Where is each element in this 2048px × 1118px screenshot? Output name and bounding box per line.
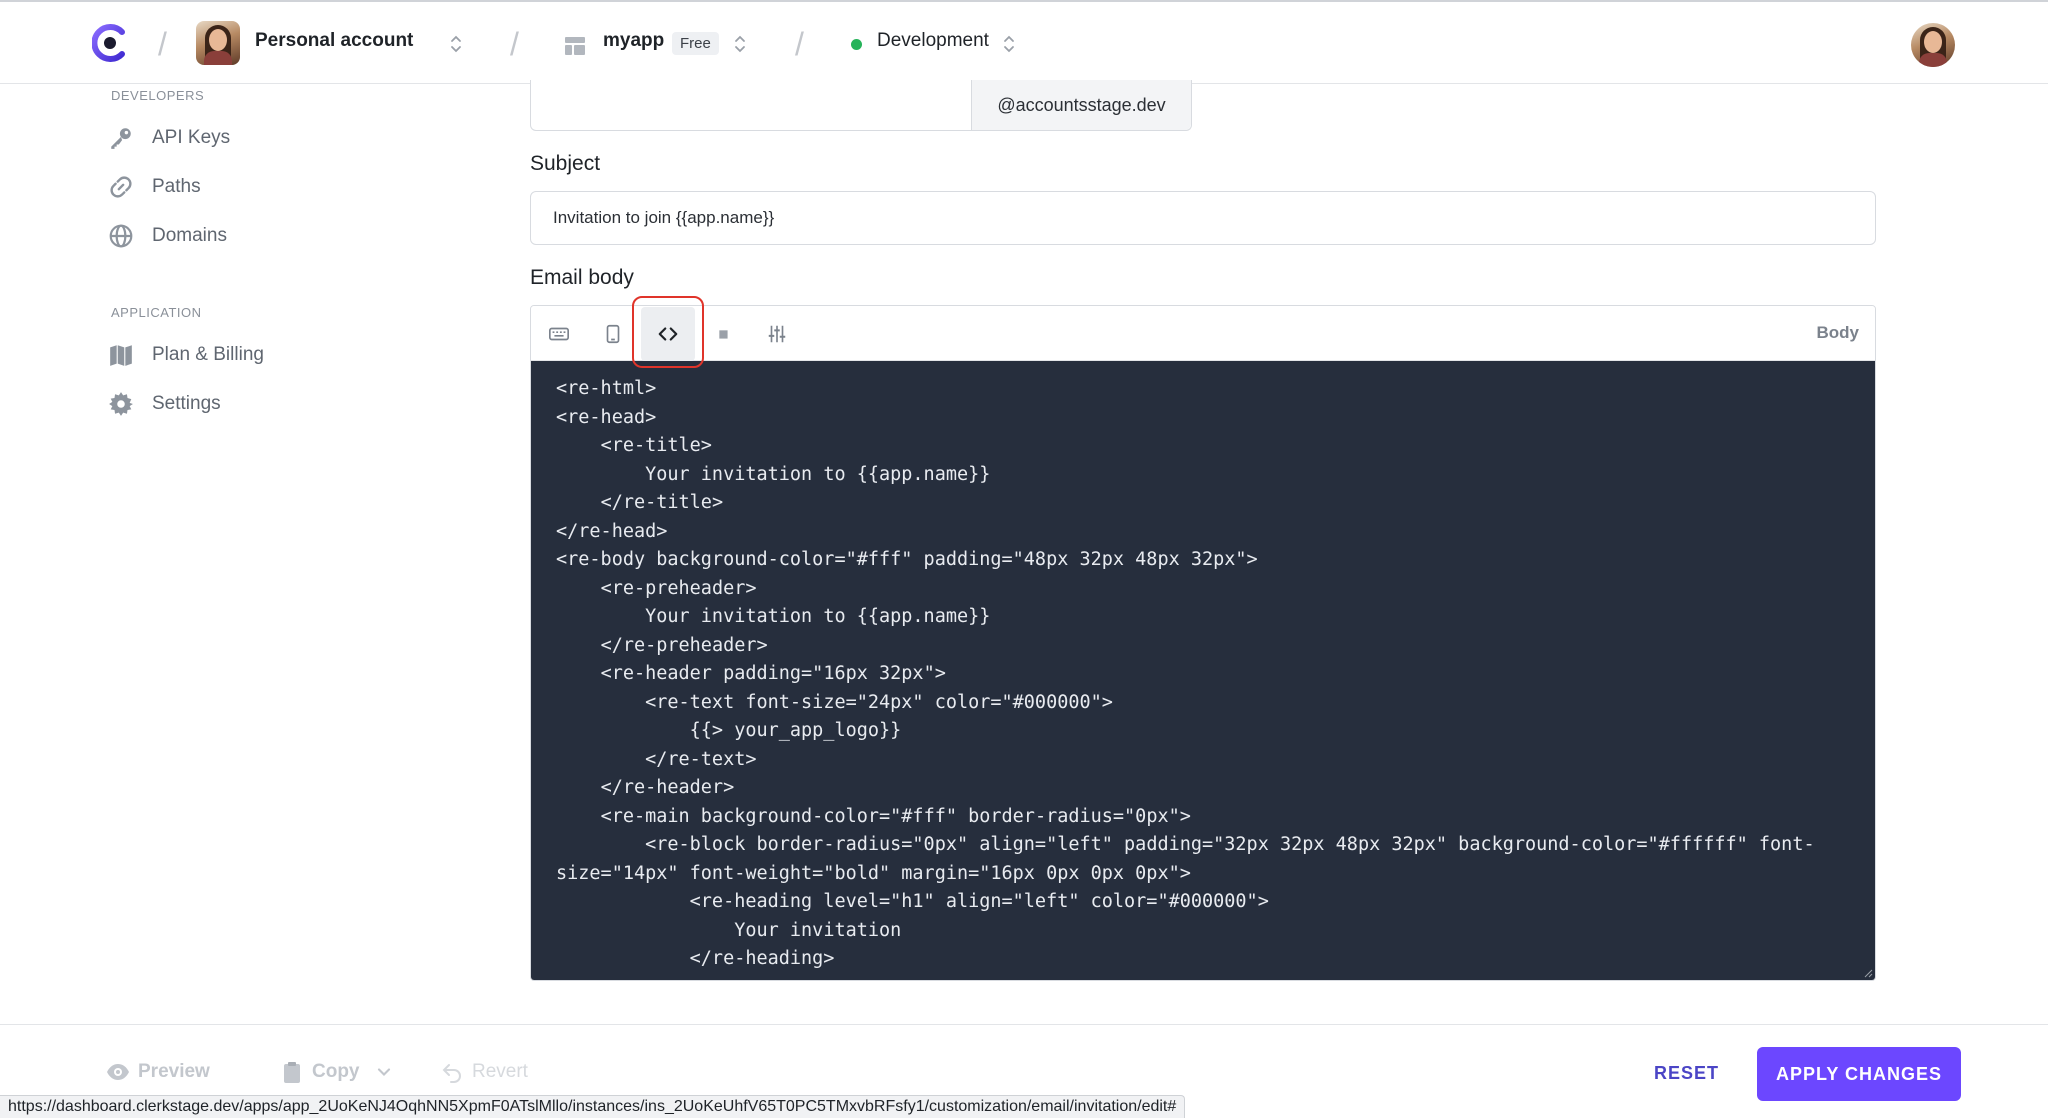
resize-handle-icon[interactable] [1863,968,1873,978]
link-icon [110,176,132,198]
square-icon [719,330,728,339]
separator: / [795,26,804,62]
highlight-annotation [632,296,704,368]
chevron-updown-icon[interactable] [733,32,747,56]
apply-changes-button[interactable]: APPLY CHANGES [1757,1047,1961,1101]
settings-sliders-button[interactable] [757,314,797,354]
top-bar: / Personal account / myapp Free / Develo… [0,0,2048,84]
chevron-updown-icon[interactable] [1002,32,1016,56]
app-layout-icon [565,37,585,55]
editor-element-tag: Body [1816,323,1860,342]
sliders-icon [768,325,786,343]
map-icon [110,345,132,366]
revert-button[interactable]: Revert [440,1060,528,1084]
mobile-icon [606,324,620,344]
plan-badge: Free [672,32,719,55]
desktop-view-button[interactable] [539,314,579,354]
separator: / [158,26,167,62]
revert-button-label: Revert [472,1061,528,1082]
mobile-view-button[interactable] [593,314,633,354]
environment-switcher-label[interactable]: Development [877,30,989,52]
stop-button[interactable] [703,314,743,354]
preview-button[interactable]: Preview [106,1060,210,1084]
separator: / [510,26,519,62]
reset-button[interactable]: RESET [1654,1063,1719,1084]
preview-button-label: Preview [138,1061,210,1082]
copy-button[interactable]: Copy [280,1060,394,1084]
sidebar-item-label: Plan & Billing [152,344,264,365]
sidebar-item-paths[interactable]: Paths [108,169,201,205]
account-avatar[interactable] [196,21,240,65]
sidebar-heading-application: APPLICATION [111,305,202,320]
editor-toolbar: Body [531,306,1875,361]
sidebar-item-label: Domains [152,225,227,246]
keyboard-icon [549,327,569,341]
sidebar-item-api-keys[interactable]: API Keys [108,120,230,156]
sidebar-item-label: Settings [152,393,221,414]
sidebar-item-settings[interactable]: Settings [108,386,221,422]
browser-status-url: https://dashboard.clerkstage.dev/apps/ap… [0,1095,1186,1118]
sidebar-item-label: API Keys [152,127,231,148]
sidebar-item-plan-billing[interactable]: Plan & Billing [108,337,264,373]
chevron-down-icon [377,1068,390,1076]
from-email-domain-suffix: @accountsstage.dev [971,80,1191,130]
sidebar-item-label: Paths [152,176,201,197]
copy-button-label: Copy [312,1061,360,1082]
clerk-logo-icon[interactable] [92,24,128,62]
clipboard-icon [284,1062,300,1083]
app-switcher-label[interactable]: myapp [603,30,664,52]
environment-status-dot [851,39,862,50]
html-code-editor[interactable]: <re-html> <re-head> <re-title> Your invi… [531,361,1875,980]
user-avatar[interactable] [1911,23,1955,67]
key-icon [111,128,131,149]
subject-label: Subject [530,152,601,175]
globe-icon [109,224,133,248]
sidebar-item-domains[interactable]: Domains [108,218,227,254]
eye-icon [107,1064,129,1080]
email-body-label: Email body [530,266,634,289]
from-email-field[interactable]: @accountsstage.dev [530,80,1192,131]
chevron-updown-icon[interactable] [449,32,463,56]
undo-icon [442,1064,461,1083]
sidebar-heading-developers: DEVELOPERS [111,88,205,103]
account-switcher-label[interactable]: Personal account [255,30,413,52]
email-body-editor: Body <re-html> <re-head> <re-title> Your… [530,305,1876,981]
gear-icon [109,392,133,416]
subject-input[interactable]: Invitation to join {{app.name}} [530,191,1876,245]
